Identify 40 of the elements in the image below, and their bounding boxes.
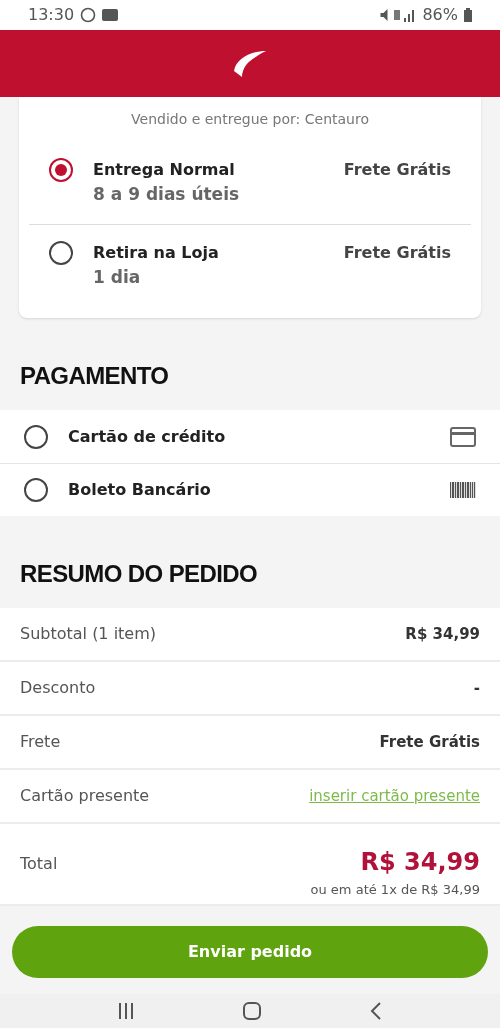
signal-icon [394, 8, 417, 22]
recent-apps-icon[interactable] [117, 1002, 136, 1020]
back-icon[interactable] [368, 1001, 383, 1021]
installment-note: ou em até 1x de R$ 34,99 [310, 881, 480, 899]
home-icon[interactable] [242, 1001, 262, 1021]
status-time: 13:30 [28, 4, 75, 26]
summary-label: Frete [20, 731, 61, 753]
battery-level: 86% [422, 4, 458, 26]
radio-button[interactable] [24, 424, 48, 449]
option-name: Retira na Loja [93, 241, 220, 264]
option-price: Frete Grátis [343, 159, 451, 181]
option-name: Entrega Normal [93, 159, 236, 181]
barcode-icon [450, 482, 476, 498]
total-price: R$ 34,99 [360, 847, 480, 878]
option-time: 1 dia [93, 265, 142, 289]
payment-option[interactable]: Cartão de crédito [0, 410, 500, 463]
summary-label: Subtotal (1 item) [20, 623, 157, 645]
payment-label: Cartão de crédito [68, 425, 227, 448]
summary-label: Cartão presente [20, 785, 150, 807]
logo-icon[interactable] [232, 48, 268, 79]
option-price: Frete Grátis [343, 241, 451, 264]
payment-label: Boleto Bancário [68, 479, 212, 501]
battery-icon [464, 8, 472, 22]
seller-text: Vendido e entregue por: Centauro [130, 110, 370, 129]
delivery-option[interactable]: Retira na Loja 1 dia Frete Grátis [29, 223, 471, 306]
credit-card-icon [450, 426, 476, 447]
section-title: PAGAMENTO [19, 361, 170, 391]
summary-value: R$ 34,99 [405, 623, 480, 645]
summary-label: Desconto [20, 677, 96, 699]
delivery-option[interactable]: Entrega Normal 8 a 9 dias úteis Frete Grátis [29, 142, 471, 224]
payment-option[interactable]: Boleto Bancário [0, 463, 500, 516]
radio-button[interactable] [49, 158, 73, 182]
summary-label: Total [20, 853, 58, 875]
summary-value: - [473, 677, 480, 699]
radio-button[interactable] [24, 478, 48, 502]
mute-icon [380, 8, 389, 22]
summary-value: Frete Grátis [379, 731, 480, 753]
option-time: 8 a 9 dias úteis [93, 183, 241, 206]
radio-button[interactable] [49, 240, 73, 265]
section-title: RESUMO DO PEDIDO [19, 559, 259, 589]
